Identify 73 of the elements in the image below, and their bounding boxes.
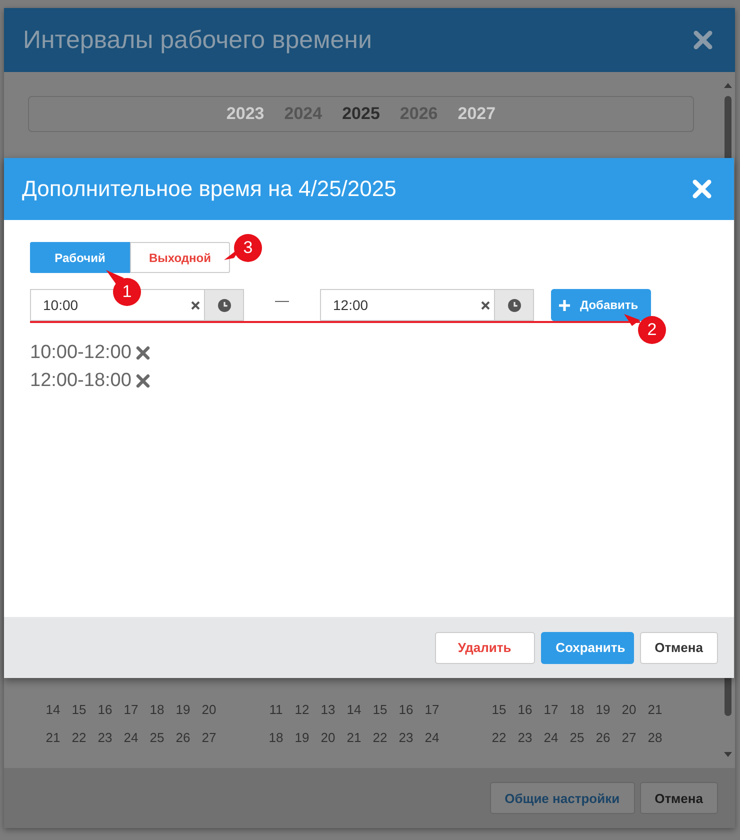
clear-icon[interactable]	[481, 301, 490, 310]
calendar-day[interactable]: 18	[564, 696, 590, 724]
calendar-day[interactable]: 21	[40, 724, 66, 752]
calendar-day[interactable]: 16	[92, 696, 118, 724]
calendar-day[interactable]: 13	[315, 696, 341, 724]
calendar-day[interactable]: 17	[538, 696, 564, 724]
calendar-day[interactable]: 23	[92, 724, 118, 752]
cancel-button[interactable]: Отмена	[640, 632, 718, 664]
callout-number: 2	[638, 316, 666, 344]
add-label: Добавить	[580, 298, 638, 312]
calendar-day[interactable]: 16	[512, 696, 538, 724]
calendar-day[interactable]: 17	[118, 696, 144, 724]
save-button[interactable]: Сохранить	[540, 632, 634, 664]
interval-text: 12:00-18:00	[30, 370, 132, 392]
calendar-day[interactable]: 15	[486, 696, 512, 724]
remove-icon[interactable]	[136, 374, 150, 388]
calendar-day[interactable]: 11	[263, 696, 289, 724]
calendar-day[interactable]: 27	[196, 724, 222, 752]
calendar-day[interactable]: 16	[393, 696, 419, 724]
calendar-day[interactable]: 19	[170, 696, 196, 724]
calendar-day[interactable]: 26	[170, 724, 196, 752]
range-dash: —	[274, 292, 290, 308]
calendar-day[interactable]: 21	[341, 724, 367, 752]
calendar-day[interactable]: 17	[419, 696, 445, 724]
calendar-day[interactable]: 20	[616, 696, 642, 724]
modal-title: Дополнительное время на 4/25/2025	[22, 176, 396, 202]
day-type-tab[interactable]: Рабочий	[30, 242, 130, 273]
calendar-day[interactable]: 25	[564, 724, 590, 752]
clear-icon[interactable]	[191, 301, 200, 310]
year-tab[interactable]: 2027	[458, 104, 496, 124]
calendar-day[interactable]: 14	[341, 696, 367, 724]
add-button[interactable]: Добавить	[551, 289, 651, 321]
remove-icon[interactable]	[136, 346, 150, 360]
calendar-day[interactable]: 18	[144, 696, 170, 724]
dialog-title: Интервалы рабочего времени	[23, 26, 372, 54]
calendar-day[interactable]: 19	[289, 724, 315, 752]
calendar-day[interactable]: 24	[419, 724, 445, 752]
calendar-day[interactable]: 24	[118, 724, 144, 752]
calendar-day[interactable]: 25	[144, 724, 170, 752]
clock-button[interactable]	[205, 289, 244, 321]
day-type-tab[interactable]: Выходной	[130, 242, 230, 273]
calendar-day[interactable]: 27	[616, 724, 642, 752]
calendar-day[interactable]: 28	[642, 724, 668, 752]
clock-button[interactable]	[495, 289, 534, 321]
time-input[interactable]: 12:00	[320, 289, 495, 321]
calendar-day[interactable]: 23	[393, 724, 419, 752]
settings-button[interactable]: Общие настройки	[490, 782, 635, 814]
clock-icon	[508, 298, 520, 312]
delete-button[interactable]: Удалить	[434, 632, 535, 664]
calendar-day[interactable]: 19	[590, 696, 616, 724]
year-tab[interactable]: 2023	[226, 104, 264, 124]
calendar-day[interactable]: 15	[66, 696, 92, 724]
plus-icon	[559, 300, 570, 310]
callout-pointer	[106, 270, 124, 284]
calendar-day[interactable]: 21	[642, 696, 668, 724]
calendar-day[interactable]: 23	[512, 724, 538, 752]
year-tab[interactable]: 2025	[342, 104, 380, 124]
calendar-day[interactable]: 12	[289, 696, 315, 724]
calendar-day[interactable]: 26	[590, 724, 616, 752]
calendar-day[interactable]: 15	[367, 696, 393, 724]
cancel-button[interactable]: Отмена	[640, 782, 718, 814]
calendar-day[interactable]: 20	[196, 696, 222, 724]
clock-icon	[218, 298, 230, 312]
calendar-day[interactable]: 24	[538, 724, 564, 752]
calendar-day[interactable]: 20	[315, 724, 341, 752]
close-icon[interactable]	[693, 30, 713, 50]
calendar-day[interactable]: 22	[486, 724, 512, 752]
callout-pointer	[624, 314, 642, 328]
interval-text: 10:00-12:00	[30, 342, 132, 364]
calendar-day[interactable]: 18	[263, 724, 289, 752]
calendar-day[interactable]: 22	[367, 724, 393, 752]
calendar-day[interactable]: 22	[66, 724, 92, 752]
calendar-day[interactable]: 14	[40, 696, 66, 724]
